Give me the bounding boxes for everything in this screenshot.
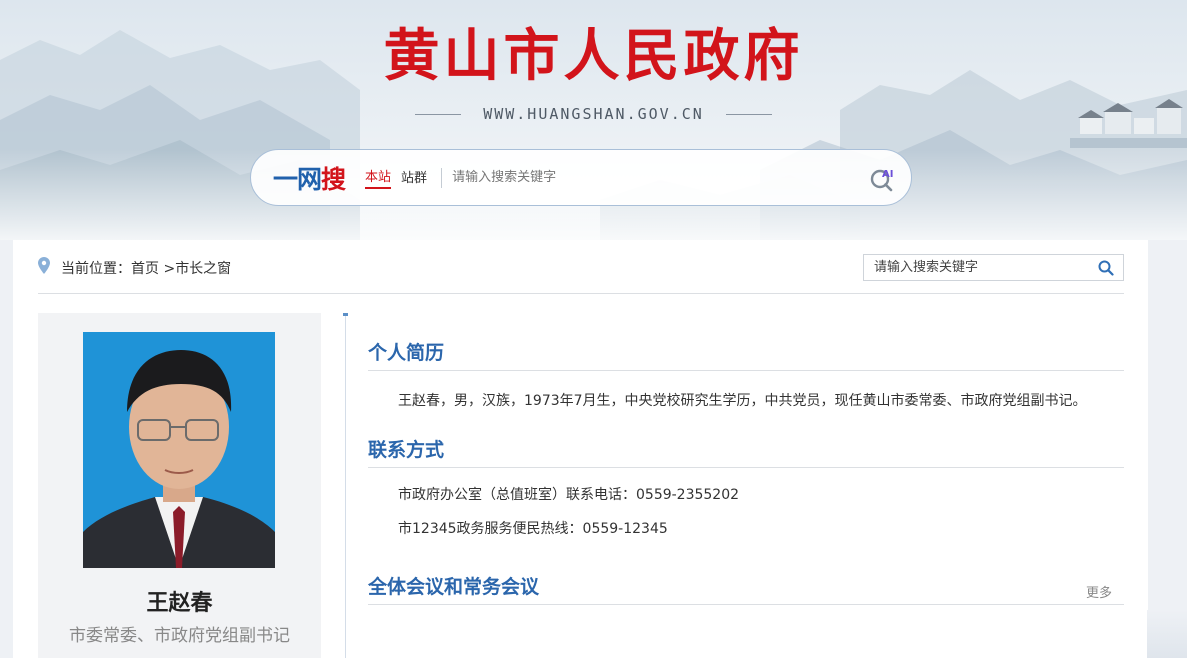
scope-tab-site-group[interactable]: 站群 <box>401 167 427 188</box>
global-search-bar: 一网搜 本站 站群 AI <box>250 149 912 206</box>
header-banner: 黄山市人民政府 WWW.HUANGSHAN.GOV.CN 一网搜 本站 站群 A… <box>0 0 1187 240</box>
search-brand-prefix: 一网 <box>273 164 322 194</box>
column-divider <box>345 313 346 658</box>
section-header-meetings: 全体会议和常务会议 更多 <box>368 560 1124 605</box>
profile-card: 王赵春 市委常委、市政府党组副书记 <box>38 313 321 658</box>
main-content-panel: 当前位置：首页 >市长之窗 请输入搜索关键字 王赵春 市委常委、市政府党组副书记… <box>13 240 1148 658</box>
breadcrumb-prefix: 当前位置： <box>61 261 131 277</box>
breadcrumb-home-link[interactable]: 首页 <box>131 261 159 277</box>
more-link[interactable]: 更多 <box>1086 582 1112 601</box>
breadcrumb: 当前位置：首页 >市长之窗 <box>61 258 231 278</box>
column-divider-cap <box>343 313 348 316</box>
section-header-bio: 个人简历 <box>368 326 1124 371</box>
bio-text: 王赵春，男，汉族，1973年7月生，中央党校研究生学历，中共党员，现任黄山市委常… <box>398 393 1087 409</box>
contact-line-office: 市政府办公室（总值班室）联系电话：0559-2355202 <box>398 487 740 503</box>
site-url-row: WWW.HUANGSHAN.GOV.CN <box>0 104 1187 124</box>
scope-tab-this-site[interactable]: 本站 <box>365 166 392 189</box>
contact-line-hotline: 市12345政务服务便民热线：0559-12345 <box>398 521 668 537</box>
profile-details: 个人简历 王赵春，男，汉族，1973年7月生，中央党校研究生学历，中共党员，现任… <box>368 326 1124 605</box>
official-position: 市委常委、市政府党组副书记 <box>69 626 290 646</box>
official-portrait-photo <box>83 332 275 568</box>
breadcrumb-bar: 当前位置：首页 >市长之窗 <box>38 240 1124 294</box>
site-url: WWW.HUANGSHAN.GOV.CN <box>483 105 704 123</box>
section-title-bio: 个人简历 <box>368 342 445 364</box>
site-title: 黄山市人民政府 <box>383 23 804 89</box>
divider-line <box>725 113 772 115</box>
breadcrumb-current-link[interactable]: 市长之窗 <box>175 261 231 277</box>
section-title-contact: 联系方式 <box>368 439 445 461</box>
site-search-input[interactable] <box>864 255 1089 280</box>
global-search-input[interactable] <box>452 162 833 193</box>
scope-divider <box>441 167 443 188</box>
section-title-meetings: 全体会议和常务会议 <box>368 576 540 598</box>
search-brand-logo: 一网搜 <box>273 160 346 196</box>
ai-search-icon[interactable]: AI <box>869 164 897 192</box>
search-brand-suffix: 搜 <box>321 164 346 194</box>
location-pin-icon <box>38 257 50 274</box>
official-name: 王赵春 <box>146 591 213 616</box>
search-icon[interactable] <box>1098 260 1114 276</box>
portrait-image <box>83 332 275 568</box>
breadcrumb-separator: > <box>159 261 176 277</box>
site-search-box <box>863 254 1124 281</box>
divider-line <box>415 113 462 115</box>
section-header-contact: 联系方式 <box>368 423 1124 468</box>
svg-text:AI: AI <box>882 169 893 180</box>
page-edge-decoration <box>1147 610 1187 658</box>
contact-list: 市政府办公室（总值班室）联系电话：0559-2355202 市12345政务服务… <box>368 478 1124 546</box>
